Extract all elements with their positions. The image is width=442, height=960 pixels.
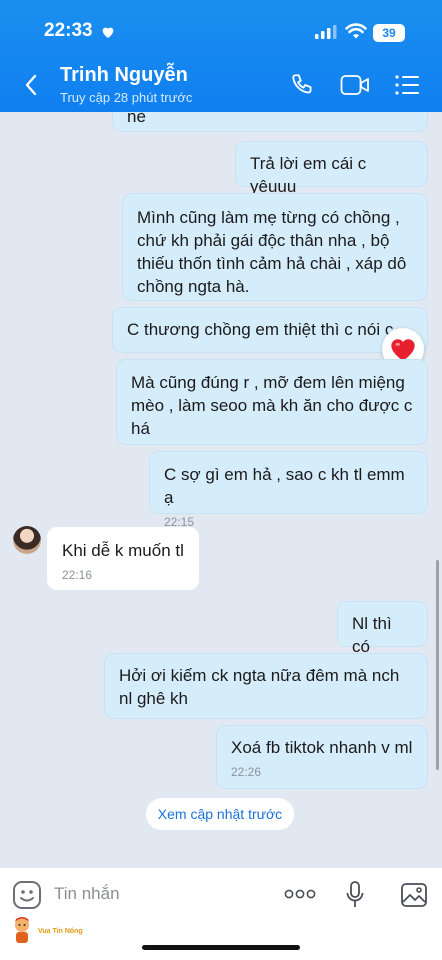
message-text: Mà cũng đúng r , mỡ đem lên miệng mèo , … bbox=[131, 373, 413, 438]
message-bubble[interactable]: Hởi ơi kiếm ck ngta nữa đêm mà nch nl gh… bbox=[104, 653, 428, 719]
phone-call-icon[interactable] bbox=[290, 72, 316, 98]
message-bubble[interactable]: Khi dễ k muốn tl 22:16 bbox=[47, 527, 199, 590]
message-text: C sợ gì em hả , sao c kh tl emm ạ bbox=[164, 465, 405, 507]
status-time: 22:33 bbox=[44, 20, 93, 41]
scrollbar[interactable] bbox=[436, 560, 439, 770]
message-text: Trả lời em cái c yêuuu bbox=[250, 154, 367, 196]
message-bubble[interactable]: Trả lời em cái c yêuuu bbox=[235, 141, 428, 196]
message-text: Nl thì có bbox=[352, 614, 392, 656]
watermark-text: Vua Tin Nóng bbox=[38, 927, 83, 935]
back-chevron-icon[interactable] bbox=[24, 74, 38, 96]
message-bubble[interactable]: Mà cũng đúng r , mỡ đem lên miệng mèo , … bbox=[116, 359, 428, 445]
message-text: Khi dễ k muốn tl bbox=[62, 541, 184, 560]
more-options-icon[interactable] bbox=[284, 888, 316, 900]
message-bubble[interactable]: Xoá fb tiktok nhanh v ml 22:26 bbox=[216, 725, 428, 789]
contact-name[interactable]: Trinh Nguyễn bbox=[60, 64, 188, 87]
message-text: Xoá fb tiktok nhanh v ml bbox=[231, 738, 413, 757]
watermark-logo: Vua Tin Nóng bbox=[10, 916, 83, 946]
video-call-icon[interactable] bbox=[340, 74, 370, 96]
message-text: C thương chồng em thiệt thì c nói c bbox=[127, 320, 394, 339]
view-previous-updates-button[interactable]: Xem cập nhật trước bbox=[146, 798, 294, 830]
message-text: Mình cũng làm mẹ từng có chồng , chứ kh … bbox=[137, 208, 407, 296]
sticker-emoji-icon[interactable] bbox=[12, 880, 42, 910]
image-gallery-icon[interactable] bbox=[400, 882, 428, 908]
chat-header: 22:33 39 Trinh Nguyễn Truy cập 28 phút t… bbox=[0, 0, 442, 112]
message-time: 22:26 bbox=[231, 765, 262, 779]
mascot-icon bbox=[15, 917, 29, 943]
last-active-status: Truy cập 28 phút trước bbox=[60, 90, 193, 105]
message-input[interactable]: Tin nhắn bbox=[54, 884, 120, 904]
message-bubble[interactable]: Mình cũng làm mẹ từng có chồng , chứ kh … bbox=[122, 193, 428, 301]
message-time: 22:16 bbox=[62, 568, 93, 582]
message-time: 22:15 bbox=[164, 515, 195, 529]
message-bubble[interactable]: C thương chồng em thiệt thì c nói c bbox=[112, 307, 428, 353]
message-bubble[interactable]: C sợ gì em hả , sao c kh tl emm ạ 22:15 bbox=[149, 451, 428, 529]
message-bubble[interactable]: Nl thì có bbox=[337, 601, 428, 656]
battery-indicator: 39 bbox=[373, 24, 405, 42]
avatar[interactable] bbox=[13, 526, 41, 554]
heart-icon bbox=[102, 27, 114, 38]
message-text: Hởi ơi kiếm ck ngta nữa đêm mà nch nl gh… bbox=[119, 666, 400, 708]
wifi-icon bbox=[345, 23, 367, 39]
message-input-bar: Tin nhắn Vua Tin Nóng bbox=[0, 868, 442, 960]
home-indicator bbox=[142, 945, 300, 950]
menu-list-icon[interactable] bbox=[394, 74, 420, 96]
signal-icon bbox=[315, 25, 337, 39]
microphone-icon[interactable] bbox=[345, 880, 365, 910]
